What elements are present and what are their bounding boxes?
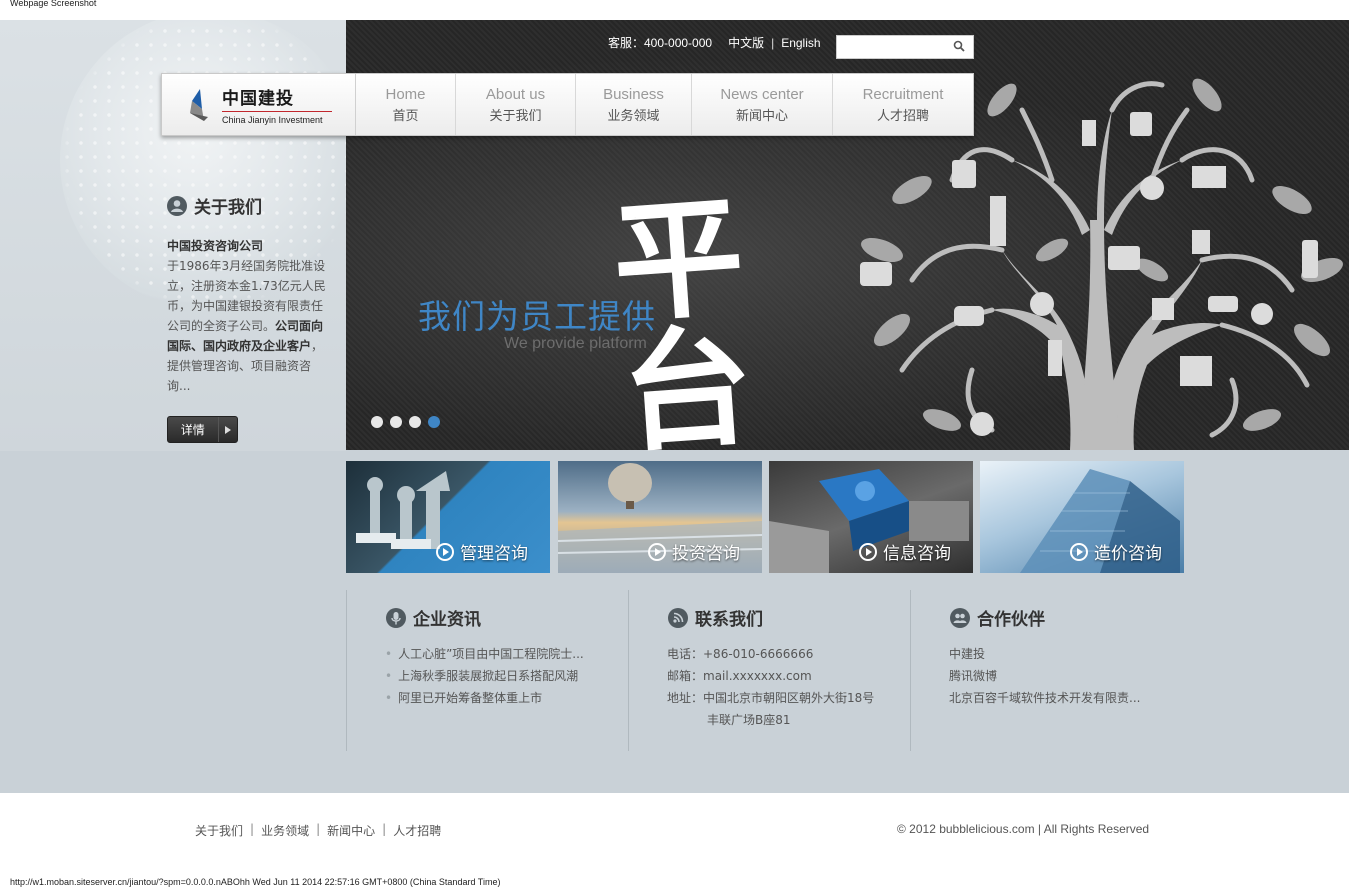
footer-links: 关于我们 | 业务领域 | 新闻中心 | 人才招聘 [195,822,441,839]
tile-investment-consulting[interactable]: 投资咨询 [558,461,762,573]
partners-section: 合作伙伴 中建投 腾讯微博 北京百容千域软件技术开发有限责... [910,590,1192,751]
nav-label-en: Business [603,85,664,103]
site-logo[interactable]: 中国建投 China Jianyin Investment [162,74,356,135]
footer-link-news[interactable]: 新闻中心 [327,822,375,839]
lang-english-link[interactable]: English [781,36,820,50]
footer-separator: | [316,822,321,836]
nav-label-en: Home [385,85,426,103]
news-title: 企业资讯 [413,610,481,630]
logo-divider [222,111,332,112]
search-input[interactable] [837,36,947,58]
nav-item-about[interactable]: About us 关于我们 [456,74,576,135]
contact-address: 地址：中国北京市朝阳区朝外大街18号 [667,691,875,705]
nav-label-en: About us [485,85,546,103]
nav-label-en: Recruitment [862,85,944,103]
slider-dot[interactable] [409,416,421,428]
nav-item-home[interactable]: Home 首页 [356,74,456,135]
footer-link-business[interactable]: 业务领域 [261,822,309,839]
partners-title: 合作伙伴 [977,610,1045,630]
contact-address-line2: 丰联广场B座81 [707,713,791,727]
about-description: 中国投资咨询公司 于1986年3月经国务院批准设立，注册资本金1.73亿元人民币… [167,236,327,396]
nav-item-recruitment[interactable]: Recruitment 人才招聘 [833,74,973,135]
tile-label: 管理咨询 [436,539,528,564]
play-circle-icon [436,542,454,561]
partner-link[interactable]: 腾讯微博 [949,665,1140,687]
tile-label: 投资咨询 [648,539,740,564]
partner-link[interactable]: 北京百容千域软件技术开发有限责... [949,687,1140,709]
logo-text-chinese: 中国建投 [222,89,294,109]
about-heading: 关于我们 [167,193,262,218]
slider-dot[interactable] [390,416,402,428]
contact-email[interactable]: 邮箱：mail.xxxxxxx.com [667,665,874,687]
nav-item-news[interactable]: News center 新闻中心 [692,74,833,135]
footer-link-recruitment[interactable]: 人才招聘 [393,822,441,839]
tile-management-consulting[interactable]: 管理咨询 [346,461,550,573]
tile-label-text: 管理咨询 [460,544,528,564]
about-company: 中国投资咨询公司 [167,239,264,253]
news-item[interactable]: 阿里已开始筹备整体重上市 [385,687,584,709]
main-navigation: 中国建投 China Jianyin Investment Home 首页 Ab… [161,73,974,136]
lang-chinese-link[interactable]: 中文版 [728,34,764,51]
news-heading: 企业资讯 [386,605,481,630]
news-item[interactable]: 上海秋季服装展掀起日系搭配风潮 [385,665,584,687]
news-section: 企业资讯 人工心脏”项目由中国工程院院士... 上海秋季服装展掀起日系搭配风潮 … [346,590,628,751]
nav-item-business[interactable]: Business 业务领域 [576,74,692,135]
contact-title: 联系我们 [695,610,763,630]
footer-separator: | [382,822,387,836]
news-item[interactable]: 人工心脏”项目由中国工程院院士... [385,643,584,665]
tile-cost-consulting[interactable]: 造价咨询 [980,461,1184,573]
top-bar: 客服：400-000-000 中文版 | English [608,34,821,51]
logo-text-english: China Jianyin Investment [222,115,323,125]
microphone-icon [386,607,406,628]
slider-dot[interactable] [371,416,383,428]
tile-label: 造价咨询 [1070,539,1162,564]
details-button-label: 详情 [180,423,205,437]
play-circle-icon [648,542,666,561]
arrow-right-icon [217,417,237,442]
play-circle-icon [859,542,877,561]
slider-dots [371,416,440,428]
hero-calligraphy: 平台 [608,179,767,471]
tile-label: 信息咨询 [859,539,951,564]
footer-separator: | [250,822,255,836]
hero-calligraphy-char: 台 [617,308,758,471]
footer-link-about[interactable]: 关于我们 [195,822,243,839]
nav-label-cn: 首页 [392,108,419,124]
search-icon[interactable] [953,40,965,52]
nav-label-cn: 关于我们 [489,108,542,124]
tile-label-text: 投资咨询 [672,544,740,564]
tile-label-text: 信息咨询 [883,544,951,564]
about-title: 关于我们 [194,198,262,218]
nav-label-cn: 业务领域 [607,108,660,124]
play-circle-icon [1070,542,1088,561]
slider-dot-active[interactable] [428,416,440,428]
contact-section: 联系我们 电话：+86-010-6666666 邮箱：mail.xxxxxxx.… [628,590,910,751]
details-button[interactable]: 详情 [167,416,238,443]
nav-label-en: News center [720,85,804,103]
status-bar-url: http://w1.moban.siteserver.cn/jiantou/?s… [10,877,501,887]
contact-heading: 联系我们 [668,605,763,630]
nav-label-cn: 新闻中心 [735,108,788,124]
copyright-text: © 2012 bubblelicious.com | All Rights Re… [897,822,1150,836]
news-list: 人工心脏”项目由中国工程院院士... 上海秋季服装展掀起日系搭配风潮 阿里已开始… [385,643,584,709]
partners-heading: 合作伙伴 [950,605,1045,630]
contact-phone: 电话：+86-010-6666666 [667,647,814,661]
tile-information-consulting[interactable]: 信息咨询 [769,461,973,573]
partners-list: 中建投 腾讯微博 北京百容千域软件技术开发有限责... [949,643,1140,709]
lang-separator: | [771,35,775,50]
screenshot-caption: Webpage Screenshot [10,0,97,8]
users-icon [950,607,970,628]
search-box [836,35,974,59]
rss-icon [668,607,688,628]
partner-link[interactable]: 中建投 [949,643,1140,665]
nav-label-cn: 人才招聘 [876,108,929,124]
tile-label-text: 造价咨询 [1094,544,1162,564]
contact-details: 电话：+86-010-6666666 邮箱：mail.xxxxxxx.com 地… [667,643,874,731]
user-icon [167,195,187,216]
logo-mark-icon [190,88,208,121]
service-hotline: 客服：400-000-000 [608,36,713,50]
